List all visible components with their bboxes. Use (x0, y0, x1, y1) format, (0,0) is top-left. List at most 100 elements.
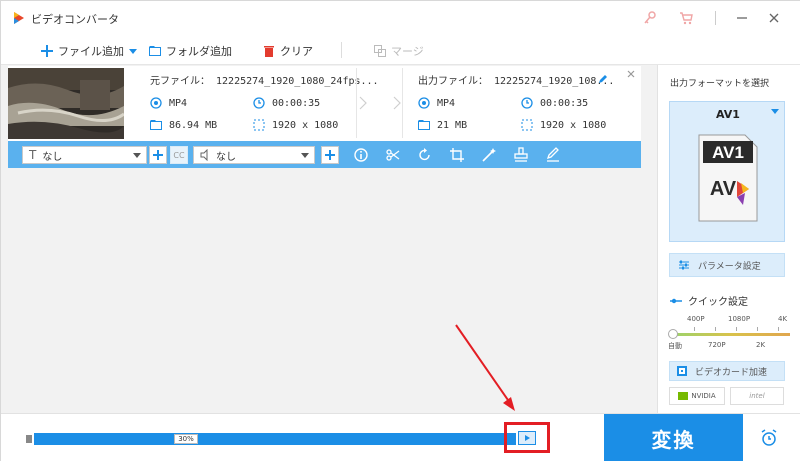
window-title: ビデオコンバータ (31, 13, 119, 26)
add-subtitle-button[interactable] (149, 146, 167, 164)
info-icon[interactable] (352, 146, 370, 164)
merge-icon (374, 45, 386, 57)
merge-label: マージ (391, 45, 424, 58)
plus-icon (41, 45, 53, 57)
video-thumbnail[interactable] (8, 68, 124, 139)
add-audio-button[interactable] (321, 146, 339, 164)
app-window: ビデオコンバータ ファイル追加 フォルダ追加 クリア マージ 元ファイル： 12… (0, 0, 800, 461)
toolbar: ファイル追加 フォルダ追加 クリア マージ (1, 35, 800, 65)
source-format: MP4 (150, 97, 187, 109)
progress-text: 30% (174, 434, 198, 444)
gpu-acceleration-toggle[interactable]: ビデオカード加速 (669, 361, 785, 381)
chevron-down-icon (301, 153, 309, 158)
format-icon (150, 97, 162, 109)
crop-icon[interactable] (448, 146, 466, 164)
resolution-icon (253, 119, 265, 131)
format-name: AV1 (716, 108, 740, 121)
source-file-name: 元ファイル： 12225274_1920_1080_24fps... (150, 76, 379, 87)
add-file-button[interactable]: ファイル追加 (41, 43, 124, 59)
checkbox-icon (677, 366, 687, 376)
slider-tick (778, 327, 779, 331)
source-size: 86.94 MB (150, 119, 217, 131)
convert-button[interactable]: 変換 (604, 414, 743, 461)
quality-label: 720P (708, 341, 726, 349)
key-icon[interactable] (642, 10, 658, 26)
open-output-folder-button[interactable] (504, 422, 550, 453)
clock-icon (253, 97, 265, 109)
clear-button[interactable]: クリア (263, 43, 313, 59)
audio-select[interactable]: なし (193, 146, 315, 164)
source-resolution: 1920 x 1080 (253, 119, 338, 131)
resolution-icon (521, 119, 533, 131)
chevron-right-icon (359, 96, 367, 110)
subtitle-edit-icon[interactable] (544, 146, 562, 164)
output-resolution: 1920 x 1080 (521, 119, 606, 131)
toolbar-divider (341, 42, 342, 58)
app-logo-icon (14, 12, 24, 24)
folder-icon (150, 120, 162, 130)
row-divider (402, 68, 403, 138)
edit-pen-icon[interactable] (597, 73, 609, 85)
output-folder-icon[interactable] (26, 433, 32, 443)
quality-label: 自動 (668, 342, 682, 350)
add-file-label: ファイル追加 (58, 45, 124, 58)
progress-bar (34, 433, 516, 445)
folder-icon (418, 120, 430, 130)
output-file-name: 出力ファイル： 12225274_1920_108... (418, 76, 615, 87)
cc-button[interactable]: CC (170, 146, 188, 164)
quality-label: 1080P (728, 315, 751, 323)
scissors-icon[interactable] (384, 146, 402, 164)
row-divider (356, 68, 357, 138)
slider-tick (736, 327, 737, 331)
format-icon (418, 97, 430, 109)
subtitle-select[interactable]: T なし (22, 146, 147, 164)
output-format-selector[interactable]: AV1 AV1 AV (669, 101, 785, 242)
nvidia-logo-icon (678, 392, 689, 400)
watermark-stamp-icon[interactable] (512, 146, 530, 164)
titlebar-separator (715, 11, 716, 25)
slider-tick (694, 327, 695, 331)
svg-text:AV: AV (710, 178, 737, 200)
merge-button[interactable]: マージ (374, 43, 424, 59)
right-panel: 出力フォーマットを選択 AV1 AV1 AV パラメータ設定 クイック設定 40… (657, 65, 800, 413)
av1-format-icon: AV1 AV (698, 134, 758, 222)
alarm-clock-icon[interactable] (759, 428, 779, 448)
slider-tick (715, 327, 716, 331)
output-format-title: 出力フォーマットを選択 (670, 79, 770, 89)
slider-tick (757, 327, 758, 331)
chevron-down-icon (133, 153, 141, 158)
chevron-right-icon (393, 96, 401, 110)
quality-label: 4K (778, 315, 788, 323)
svg-text:AV1: AV1 (712, 143, 744, 162)
remove-file-icon[interactable] (626, 69, 636, 79)
output-format: MP4 (418, 97, 455, 109)
folder-icon (149, 46, 161, 56)
quality-slider[interactable] (672, 333, 790, 336)
intel-badge: intel (730, 387, 784, 405)
chevron-down-icon (771, 109, 779, 114)
parameter-settings-button[interactable]: パラメータ設定 (669, 253, 785, 277)
file-item[interactable]: 元ファイル： 12225274_1920_1080_24fps... MP4 0… (8, 66, 641, 141)
bottom-bar: 30% 変換 (1, 413, 800, 461)
sliders-icon (679, 260, 689, 270)
trash-icon (264, 46, 274, 57)
add-file-dropdown-icon[interactable] (128, 43, 138, 59)
add-folder-button[interactable]: フォルダ追加 (149, 43, 232, 59)
folder-play-icon (518, 430, 536, 445)
quick-settings-icon (670, 298, 682, 303)
close-icon[interactable] (766, 10, 782, 26)
edit-bar: T なし CC なし (8, 141, 641, 168)
quality-label: 400P (687, 315, 705, 323)
nvidia-badge: NVIDIA (669, 387, 725, 405)
output-size: 21 MB (418, 119, 467, 131)
rotate-icon[interactable] (416, 146, 434, 164)
minimize-icon[interactable] (734, 10, 750, 26)
quality-slider-thumb[interactable] (668, 329, 678, 339)
text-t-icon: T (29, 148, 37, 162)
quick-settings-title: クイック設定 (670, 293, 748, 308)
output-duration: 00:00:35 (521, 97, 588, 109)
effects-wand-icon[interactable] (480, 146, 498, 164)
clear-label: クリア (280, 45, 313, 58)
cart-icon[interactable] (678, 10, 694, 26)
title-bar: ビデオコンバータ (1, 1, 800, 35)
